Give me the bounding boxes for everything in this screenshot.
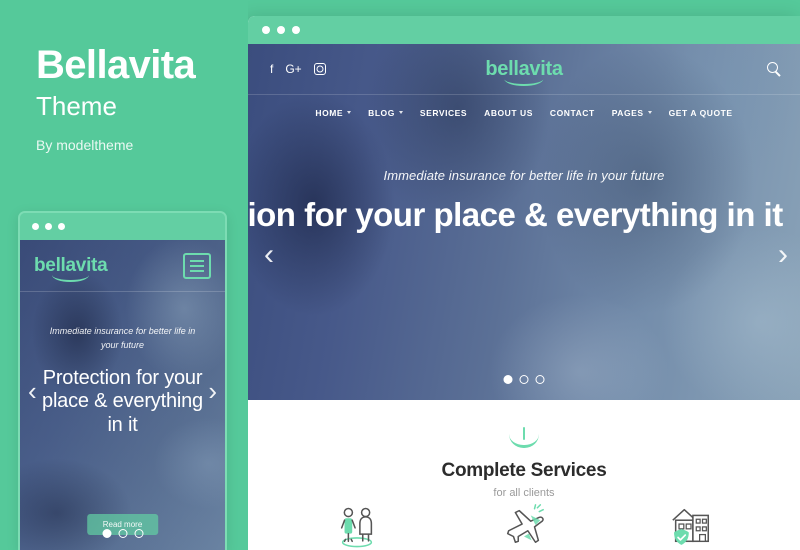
social-links: f G+ <box>270 63 326 75</box>
magnifier-shape <box>767 62 778 73</box>
nav-label: BLOG <box>368 107 395 118</box>
nav-item-home[interactable]: HOME <box>315 107 352 118</box>
window-dot-red <box>262 26 270 34</box>
family-people-icon <box>334 502 380 548</box>
brand-block: Bellavita Theme By modeltheme <box>36 44 251 153</box>
desktop-hero-section: f G+ bellavita HOME BLOG SERVICES ABOUT … <box>248 44 800 400</box>
service-card-family[interactable] <box>297 502 417 548</box>
chevron-down-icon <box>398 111 403 114</box>
nav-item-services[interactable]: SERVICES <box>420 108 467 118</box>
page-title: Bellavita <box>36 43 196 87</box>
nav-label: PAGES <box>611 107 644 118</box>
mobile-site-header: bellavita <box>20 240 225 292</box>
carousel-dot[interactable] <box>519 375 529 384</box>
airplane-travel-icon <box>501 502 547 548</box>
mobile-carousel-dots[interactable] <box>102 529 143 538</box>
desktop-carousel-dots[interactable] <box>503 375 545 384</box>
nav-label: SERVICES <box>419 107 468 118</box>
umbrella-icon <box>507 427 541 449</box>
umbrella-canopy <box>509 434 539 448</box>
nav-label: CONTACT <box>549 107 595 118</box>
mobile-viewport: bellavita Immediate insurance for better… <box>20 240 225 550</box>
logo-smile-icon <box>52 275 89 282</box>
nav-label: HOME <box>315 107 344 118</box>
main-navigation: HOME BLOG SERVICES ABOUT US CONTACT PAGE… <box>248 94 800 130</box>
desktop-hero-slide: Immediate insurance for better life in y… <box>248 130 800 235</box>
mobile-window-titlebar <box>20 213 225 240</box>
mobile-hero-tagline: Immediate insurance for better life in y… <box>49 326 196 351</box>
desktop-top-bar: f G+ bellavita <box>248 44 800 94</box>
nav-item-blog[interactable]: BLOG <box>368 108 403 118</box>
window-dot-green <box>58 223 65 230</box>
hamburger-bar <box>190 259 204 262</box>
desktop-hero-tagline: Immediate insurance for better life in y… <box>383 168 665 183</box>
mobile-logo-text: bellavita <box>34 254 108 276</box>
search-icon[interactable] <box>767 60 778 78</box>
desktop-heading-clip: Protection for your place & everything i… <box>248 195 800 235</box>
mobile-hero-heading: Protection for your place & everything i… <box>42 366 203 436</box>
nav-item-get-a-quote[interactable]: GET A QUOTE <box>669 108 733 118</box>
mobile-preview-window: bellavita Immediate insurance for better… <box>18 211 227 550</box>
chevron-down-icon <box>347 111 352 114</box>
nav-item-about-us[interactable]: ABOUT US <box>484 108 533 118</box>
mobile-logo[interactable]: bellavita <box>34 254 108 282</box>
window-dot-red <box>32 223 39 230</box>
services-subtitle: for all clients <box>493 487 555 499</box>
service-cards-row <box>248 502 800 548</box>
service-card-home[interactable] <box>631 502 751 548</box>
carousel-dot[interactable] <box>118 529 127 538</box>
hamburger-menu-icon[interactable] <box>183 252 211 279</box>
desktop-preview-window: f G+ bellavita HOME BLOG SERVICES ABOUT … <box>248 16 800 550</box>
logo-smile-icon <box>504 79 544 86</box>
desktop-logo-text: bellavita <box>485 57 563 80</box>
nav-item-pages[interactable]: PAGES <box>612 108 652 118</box>
desktop-hero-heading: Protection for your place & everything i… <box>248 196 783 233</box>
window-dot-green <box>292 26 300 34</box>
mobile-hero-slide: Immediate insurance for better life in y… <box>20 292 225 438</box>
services-title: Complete Services <box>441 460 607 481</box>
left-intro-panel: Bellavita Theme By modeltheme bellavita <box>0 0 248 550</box>
window-dot-yellow <box>45 223 52 230</box>
desktop-carousel-next-icon[interactable]: › <box>778 240 788 270</box>
desktop-carousel-prev-icon[interactable]: ‹ <box>264 240 274 270</box>
nav-label: GET A QUOTE <box>668 107 733 118</box>
page-subtitle: Theme <box>36 91 117 121</box>
window-dot-yellow <box>277 26 285 34</box>
carousel-dot[interactable] <box>503 375 513 384</box>
service-card-travel[interactable] <box>464 502 584 548</box>
instagram-icon[interactable] <box>313 63 326 75</box>
google-plus-icon[interactable]: G+ <box>285 63 301 75</box>
house-shield-icon <box>668 502 714 548</box>
carousel-dot[interactable] <box>134 529 143 538</box>
mobile-carousel-prev-icon[interactable]: ‹ <box>28 378 37 404</box>
carousel-dot[interactable] <box>535 375 545 384</box>
desktop-logo[interactable]: bellavita <box>485 57 563 86</box>
facebook-icon[interactable]: f <box>270 63 273 75</box>
hamburger-bar <box>190 264 204 267</box>
nav-item-contact[interactable]: CONTACT <box>550 108 595 118</box>
hamburger-bar <box>190 269 204 272</box>
mobile-carousel-next-icon[interactable]: › <box>208 378 217 404</box>
services-section: Complete Services for all clients <box>248 400 800 550</box>
desktop-window-titlebar <box>248 16 800 44</box>
nav-label: ABOUT US <box>484 107 533 118</box>
author-credit: By modeltheme <box>36 136 134 153</box>
chevron-down-icon <box>647 111 652 114</box>
carousel-dot[interactable] <box>102 529 111 538</box>
